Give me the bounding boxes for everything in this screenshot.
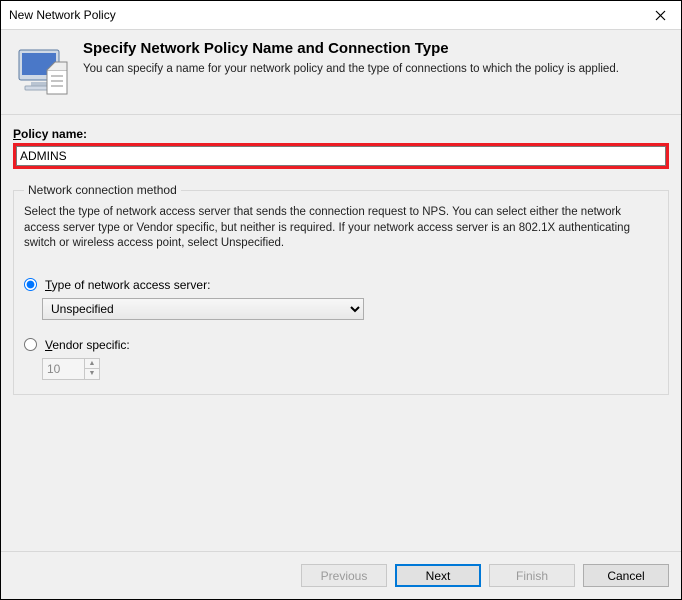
ncm-legend: Network connection method [24,183,181,197]
spinner-down-icon: ▼ [85,369,99,379]
page-title: Specify Network Policy Name and Connecti… [83,40,619,57]
network-connection-method-group: Network connection method Select the typ… [13,183,669,395]
wizard-body: Policy name: Network connection method S… [1,115,681,551]
ncm-description: Select the type of network access server… [24,205,658,252]
policy-name-input[interactable] [16,146,666,166]
vendor-specific-input [42,358,84,380]
radio-vendor-specific[interactable] [24,338,37,351]
radio-type-of-server[interactable] [24,278,37,291]
wizard-header: Specify Network Policy Name and Connecti… [1,29,681,115]
finish-button: Finish [489,564,575,587]
wizard-footer: Previous Next Finish Cancel [1,551,681,599]
cancel-button[interactable]: Cancel [583,564,669,587]
vendor-specific-stepper: ▲ ▼ [42,358,100,380]
radio-vendor-specific-label: Vendor specific: [45,338,130,352]
close-icon[interactable] [639,1,681,29]
next-button[interactable]: Next [395,564,481,587]
previous-button: Previous [301,564,387,587]
policy-name-highlight [13,143,669,169]
page-subtitle: You can specify a name for your network … [83,63,619,75]
window-title: New Network Policy [9,8,116,22]
spinner-up-icon: ▲ [85,359,99,370]
radio-type-of-server-label: Type of network access server: [45,278,210,292]
type-of-server-select[interactable]: Unspecified [42,298,364,320]
titlebar: New Network Policy [1,1,681,29]
policy-icon [13,42,71,100]
policy-name-label: Policy name: [13,127,669,141]
